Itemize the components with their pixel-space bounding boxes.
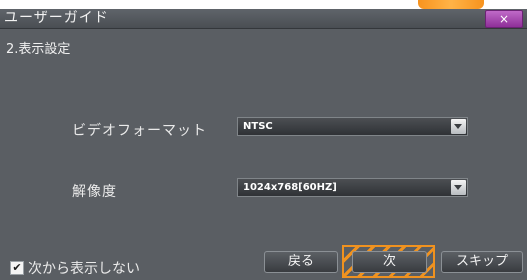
back-button[interactable]: 戻る [264, 251, 338, 273]
dialog-titlebar: ユーザーガイド × [0, 9, 527, 29]
dont-show-again-label: 次から表示しない [28, 261, 140, 277]
chevron-down-icon[interactable] [451, 119, 466, 134]
next-button[interactable]: 次 [352, 251, 427, 273]
close-icon: × [498, 12, 510, 26]
dont-show-again-checkbox[interactable]: ✔ [10, 261, 24, 275]
resolution-label: 解像度 [72, 184, 117, 200]
video-format-value: NTSC [243, 121, 273, 132]
video-format-label: ビデオフォーマット [72, 123, 207, 139]
close-button[interactable]: × [485, 10, 523, 28]
skip-button[interactable]: スキップ [441, 251, 523, 273]
next-button-focus-frame: 次 [342, 245, 435, 278]
setup-wizard-dialog: ユーザーガイド × 2.表示設定 ビデオフォーマット NTSC 解像度 1024… [0, 9, 527, 280]
resolution-select[interactable]: 1024x768[60HZ] [237, 178, 468, 197]
checkmark-icon: ✔ [12, 261, 22, 274]
video-format-select[interactable]: NTSC [237, 117, 468, 136]
top-decoration [418, 0, 484, 9]
section-title: 2.表示設定 [6, 42, 71, 57]
dialog-title: ユーザーガイド [4, 10, 109, 26]
resolution-value: 1024x768[60HZ] [243, 182, 337, 193]
chevron-down-icon[interactable] [451, 180, 466, 195]
